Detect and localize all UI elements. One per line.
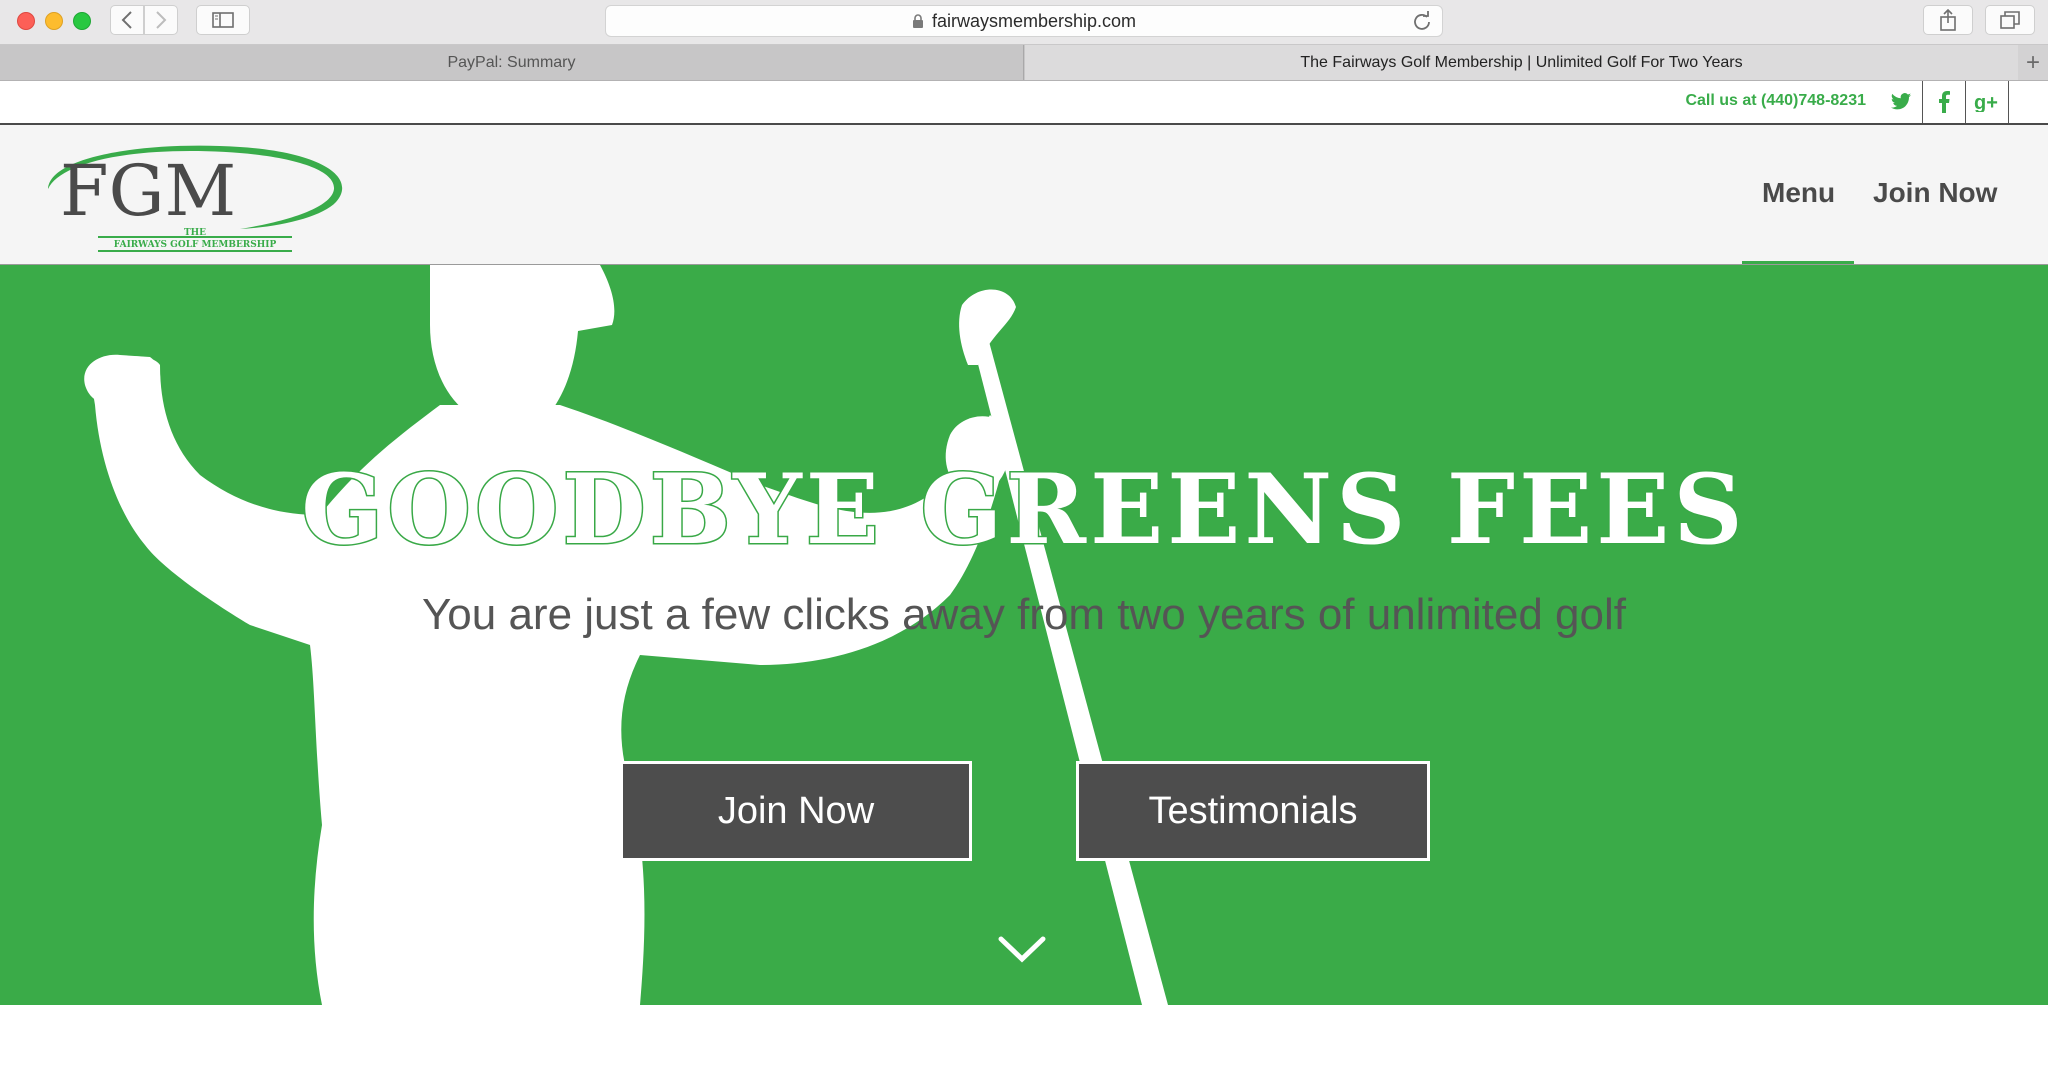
lock-icon <box>912 13 923 28</box>
tab-fairways[interactable]: The Fairways Golf Membership | Unlimited… <box>1025 45 2018 80</box>
logo-caption-bottom: FAIRWAYS GOLF MEMBERSHIP <box>114 240 277 250</box>
site-header: FGM THE FAIRWAYS GOLF MEMBERSHIP Menu Jo… <box>0 125 2048 265</box>
tab-bar: PayPal: Summary The Fairways Golf Member… <box>0 45 2048 81</box>
reload-icon[interactable] <box>1412 11 1432 31</box>
hero-subhead: You are just a few clicks away from two … <box>421 590 1626 639</box>
minimize-window-button[interactable] <box>45 12 63 30</box>
facebook-link[interactable] <box>1922 81 1966 123</box>
new-tab-button[interactable]: + <box>2018 45 2048 80</box>
back-button[interactable] <box>110 5 144 35</box>
tab-paypal[interactable]: PayPal: Summary <box>0 45 1024 80</box>
sidebar-toggle-button[interactable] <box>196 5 250 35</box>
zoom-window-button[interactable] <box>73 12 91 30</box>
address-bar[interactable]: fairwaysmembership.com <box>605 5 1443 37</box>
tabs-overview-icon <box>2000 11 2020 29</box>
svg-text:g+: g+ <box>1974 92 1998 112</box>
browser-toolbar: fairwaysmembership.com <box>0 0 2048 45</box>
twitter-icon <box>1890 93 1912 110</box>
testimonials-button[interactable]: Testimonials <box>1076 761 1430 861</box>
show-tabs-button[interactable] <box>1985 5 2035 35</box>
nav-join-now-link[interactable]: Join Now <box>1873 177 1997 209</box>
chevron-down-icon[interactable] <box>997 935 1047 965</box>
share-icon <box>1940 9 1956 31</box>
hero-headline: GOODBYE GREENS FEES <box>300 452 1747 568</box>
close-window-button[interactable] <box>17 12 35 30</box>
site-topbar: Call us at (440)748-8231 g+ <box>0 81 2048 125</box>
forward-button[interactable] <box>144 5 178 35</box>
logo-letters: FGM <box>60 150 236 232</box>
hero-section: GOODBYE GREENS FEES You are just a few c… <box>0 265 2048 1005</box>
fgm-logo[interactable]: FGM THE FAIRWAYS GOLF MEMBERSHIP <box>40 137 350 257</box>
url-text[interactable]: fairwaysmembership.com <box>932 11 1136 32</box>
google-plus-icon: g+ <box>1974 92 1998 112</box>
chevron-right-icon <box>156 11 167 29</box>
twitter-link[interactable] <box>1880 81 1922 123</box>
share-button[interactable] <box>1923 5 1973 35</box>
nav-active-indicator <box>1742 261 1854 264</box>
sidebar-icon <box>212 12 234 28</box>
phone-link[interactable]: Call us at (440)748-8231 <box>1685 92 1866 110</box>
join-now-button[interactable]: Join Now <box>620 761 972 861</box>
facebook-icon <box>1939 91 1950 113</box>
google-plus-link[interactable]: g+ <box>1966 81 2009 123</box>
nav-menu-link[interactable]: Menu <box>1762 177 1835 209</box>
logo-caption-top: THE <box>184 228 206 238</box>
chevron-left-icon <box>121 11 132 29</box>
